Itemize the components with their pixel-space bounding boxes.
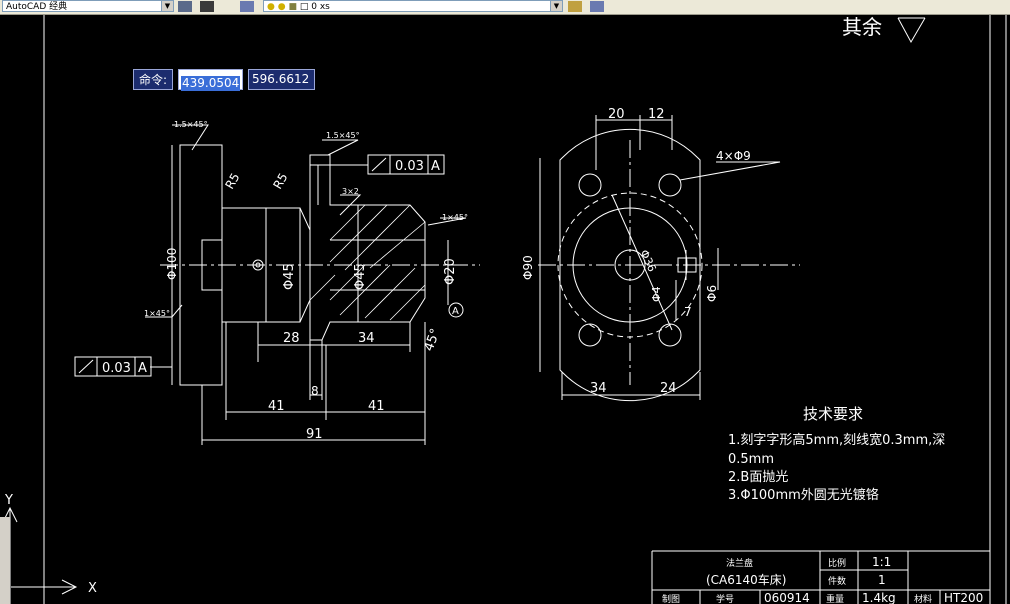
tolerance-value: 0.03 xyxy=(395,159,424,174)
dimension-label: 41 xyxy=(268,399,285,414)
workspace-select[interactable]: AutoCAD 经典 ▼ xyxy=(2,0,174,12)
diameter-label: Φ6 xyxy=(705,285,719,302)
diameter-label: Φ45 xyxy=(282,263,297,290)
command-prompt: 命令: xyxy=(133,69,173,90)
sun-icon: ● xyxy=(277,2,286,12)
tech-req-line: 0.5mm xyxy=(728,452,774,467)
ucs-y-label: Y xyxy=(4,493,13,508)
tech-req-line: 2.B面抛光 xyxy=(728,470,788,485)
coordinate-y-input[interactable]: 596.6612 xyxy=(248,69,315,90)
layer-select[interactable]: ● ● ■ □ 0 xs ▼ xyxy=(263,0,563,12)
make-current-layer-icon[interactable] xyxy=(568,1,582,12)
layer-previous-icon[interactable] xyxy=(590,1,604,12)
hole-callout: 4×Φ9 xyxy=(716,149,751,163)
datum-letter: A xyxy=(452,306,459,317)
diameter-label: Φ90 xyxy=(521,255,535,280)
tech-req-title: 技术要求 xyxy=(803,405,863,423)
tolerance-datum: A xyxy=(431,159,440,174)
student-label: 学号 xyxy=(716,593,734,604)
dimension-label: 41 xyxy=(368,399,385,414)
dimension-label: 8 xyxy=(311,384,319,398)
dimension-label: 28 xyxy=(283,331,300,346)
roughness-symbol xyxy=(897,17,926,44)
diameter-label: Φ100 xyxy=(165,248,179,280)
ucs-x-label: X xyxy=(88,581,97,596)
tolerance-value: 0.03 xyxy=(102,361,131,376)
chamfer-label: 1×45° xyxy=(442,213,468,222)
layer-name: 0 xyxy=(311,2,317,12)
dimension-label: 20 xyxy=(608,107,625,122)
student-value: 060914 xyxy=(764,591,810,604)
chamfer-label: 1×45° xyxy=(144,309,170,318)
dimension-label: 7 xyxy=(684,305,692,319)
dimension-label: 12 xyxy=(648,107,665,122)
part-subtitle: (CA6140车床) xyxy=(706,572,787,587)
dimension-label: 34 xyxy=(358,331,375,346)
layer-suffix: xs xyxy=(319,2,330,12)
scale-value: 1:1 xyxy=(872,555,891,569)
dimension-label: 24 xyxy=(660,381,677,396)
title-block xyxy=(651,550,990,604)
diameter-label: Φ4 xyxy=(650,286,663,302)
part-name: 法兰盘 xyxy=(726,557,753,569)
scale-label: 比例 xyxy=(828,557,846,569)
chamfer-label: 1.5×45° xyxy=(174,120,208,129)
toolbar: AutoCAD 经典 ▼ ● ● ■ □ 0 xs ▼ xyxy=(0,0,1010,15)
dimension-label: 91 xyxy=(306,427,323,442)
workspace-label: AutoCAD 经典 xyxy=(6,2,68,12)
material-label: 材料 xyxy=(914,593,932,604)
coordinate-x-value: 439.0504 xyxy=(181,76,241,91)
side-palette[interactable] xyxy=(0,517,11,604)
chevron-down-icon[interactable]: ▼ xyxy=(550,1,562,11)
chamfer-label: 1.5×45° xyxy=(326,131,360,140)
radius-label: R5 xyxy=(270,171,290,192)
lightbulb-icon: ● xyxy=(267,2,275,12)
weight-label: 重量 xyxy=(826,593,844,604)
diameter-label: Φ45 xyxy=(353,263,368,290)
material-value: HT200 xyxy=(944,591,983,604)
qty-value: 1 xyxy=(878,573,886,587)
layer-manager-icon[interactable] xyxy=(240,1,254,12)
tech-req-line: 1.刻字字形高5mm,刻线宽0.3mm,深 xyxy=(728,432,945,448)
drawn-label: 制图 xyxy=(662,593,680,604)
drawing-canvas[interactable]: 其余 1.5×45° 1.5×45° 1×45° 1×45° R5 R5 3×2… xyxy=(0,15,1010,604)
workspace-settings-icon[interactable] xyxy=(178,1,192,12)
coordinate-x-input[interactable]: 439.0504 xyxy=(178,69,243,91)
chevron-down-icon[interactable]: ▼ xyxy=(161,1,173,11)
tolerance-datum: A xyxy=(138,361,147,376)
workspace-toggle-icon[interactable] xyxy=(200,1,214,12)
roughness-note: 其余 xyxy=(842,15,882,39)
tech-req-line: 3.Φ100mm外圆无光镀铬 xyxy=(728,487,879,503)
diameter-label: Φ36 xyxy=(637,248,658,274)
color-swatch-icon: □ xyxy=(299,2,309,12)
ucs-icon xyxy=(2,506,78,595)
qty-label: 件数 xyxy=(828,575,846,587)
radius-label: R5 xyxy=(222,171,242,192)
chamfer-label: 3×2 xyxy=(342,187,359,196)
dimension-label: 34 xyxy=(590,381,607,396)
lock-icon: ■ xyxy=(288,2,297,12)
weight-value: 1.4kg xyxy=(862,591,896,604)
right-view xyxy=(538,115,800,402)
diameter-label: Φ20 xyxy=(443,258,458,285)
